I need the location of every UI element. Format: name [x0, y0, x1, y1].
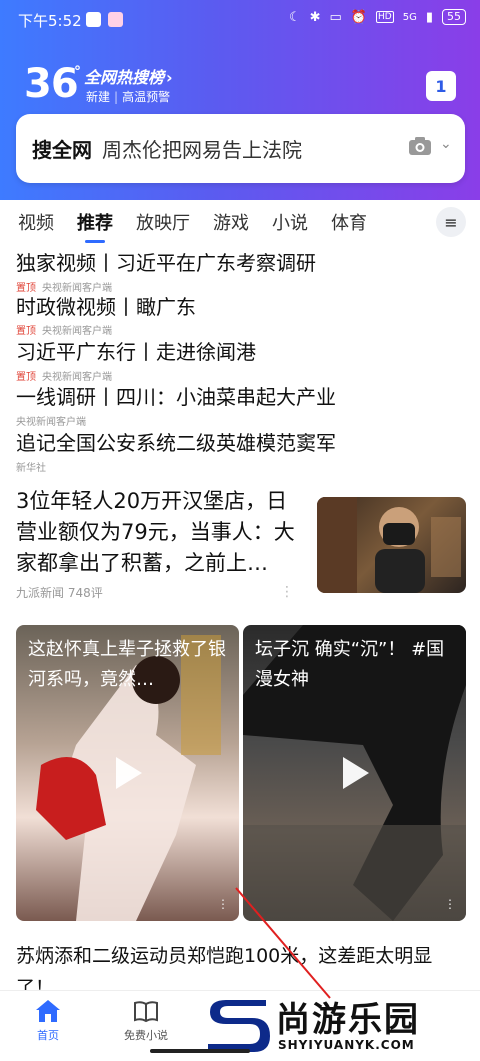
hot-search-title: 全网热搜榜 — [84, 68, 165, 87]
tag-separator: | — [114, 90, 119, 104]
watermark-text: 尚游乐园 — [276, 1000, 420, 1040]
headline-item[interactable]: 习近平广东行丨走进徐闻港 — [16, 336, 466, 365]
temperature: 36 — [24, 61, 79, 107]
home-indicator[interactable] — [150, 1049, 250, 1053]
headline-meta: 央视新闻客户端 — [16, 413, 86, 428]
book-icon — [134, 1001, 158, 1023]
more-options-icon[interactable]: ⋮ — [444, 897, 456, 911]
tab-theater[interactable]: 放映厅 — [136, 209, 190, 235]
chevron-right-icon: › — [166, 68, 173, 87]
play-icon[interactable] — [112, 755, 144, 791]
weather-tag-alert: 高温预警 — [122, 90, 171, 104]
category-tabs: 视频 推荐 放映厅 游戏 小说 体育 — [0, 200, 480, 244]
article-meta: 九派新闻 748评 — [16, 584, 103, 601]
video-title: 这赵怀真上辈子拯救了银河系吗，竟然… — [28, 639, 226, 690]
watermark-subtext: SHYIYUANYK.COM — [278, 1038, 415, 1052]
headline-source: 新华社 — [16, 463, 46, 474]
more-options-icon[interactable]: ⋮ — [217, 897, 229, 911]
nav-novel[interactable]: 免费小说 — [116, 999, 176, 1043]
hot-search-link[interactable]: 全网热搜榜 › — [84, 64, 173, 88]
tab-recommend[interactable]: 推荐 — [77, 209, 113, 243]
headline-item[interactable]: 独家视频丨习近平在广东考察调研 — [16, 247, 466, 276]
article-thumbnail[interactable] — [317, 497, 466, 593]
person-thumbnail-image — [317, 497, 461, 593]
more-options-icon[interactable]: ⋮ — [280, 584, 294, 600]
search-box[interactable]: 搜全网 周杰伦把网易告上法院 ⌄ — [16, 114, 465, 183]
battery-icon: 55 — [442, 9, 466, 25]
camera-icon[interactable] — [408, 136, 432, 156]
vibrate-icon: ▭ — [329, 9, 342, 25]
moon-icon: ☾ — [288, 9, 301, 25]
menu-icon: ≡ — [444, 212, 458, 232]
article-source: 九派新闻 — [16, 586, 65, 600]
article-comments: 748评 — [67, 586, 103, 600]
watermark-logo — [208, 1000, 270, 1052]
degree-symbol: ° — [74, 64, 81, 80]
alarm-icon: ⏰ — [350, 9, 368, 25]
hd-icon: HD — [376, 11, 394, 23]
headline-meta: 新华社 — [16, 459, 46, 474]
headline-item[interactable]: 追记全国公安系统二级英雄模范窦军 — [16, 427, 466, 456]
signal-icon: ▮ — [425, 9, 433, 25]
nav-home-label: 首页 — [37, 1029, 59, 1042]
tab-count-button[interactable]: 1 — [426, 71, 456, 101]
category-menu-button[interactable]: ≡ — [436, 207, 466, 237]
tab-games[interactable]: 游戏 — [213, 209, 249, 235]
music-notification-icon — [108, 12, 123, 27]
headline-item[interactable]: 时政微视频丨瞰广东 — [16, 291, 466, 320]
article-title[interactable]: 3位年轻人20万开汉堡店，日营业额仅为79元，当事人：大家都拿出了积蓄，之前上… — [16, 486, 308, 579]
video-card[interactable]: 这赵怀真上辈子拯救了银河系吗，竟然… ⋮ — [16, 625, 239, 921]
tab-sports[interactable]: 体育 — [331, 209, 367, 235]
headline-item[interactable]: 一线调研丨四川：小油菜串起大产业 — [16, 381, 466, 410]
play-icon[interactable] — [339, 755, 371, 791]
video-card[interactable]: 坛子沉 确实“沉”！ #国漫女神 ⋮ — [243, 625, 466, 921]
app-notification-icon — [86, 12, 101, 27]
video-title: 坛子沉 确实“沉”！ #国漫女神 — [255, 639, 445, 690]
nav-novel-label: 免费小说 — [124, 1029, 168, 1042]
home-icon — [36, 1000, 60, 1022]
search-query: 周杰伦把网易告上法院 — [102, 138, 302, 162]
weather-tag-new: 新建 — [86, 90, 111, 104]
weather-widget[interactable]: 36 ° 全网热搜榜 › 新建 | 高温预警 — [24, 61, 173, 107]
tab-video[interactable]: 视频 — [18, 209, 54, 235]
headline-meta: 置顶 央视新闻客户端 — [16, 322, 112, 337]
tab-novel[interactable]: 小说 — [272, 209, 308, 235]
network-label: 5G — [402, 11, 417, 23]
bluetooth-icon: ✱ — [309, 9, 321, 25]
nav-home[interactable]: 首页 — [22, 999, 74, 1043]
weather-tags: 新建 | 高温预警 — [86, 88, 170, 105]
status-bar: 下午5:52 ☾ ✱ ▭ ⏰ HD 5G ▮ 55 — [0, 0, 480, 38]
search-brand-label: 搜全网 — [32, 138, 92, 162]
status-time: 下午5:52 — [18, 12, 82, 30]
chevron-down-icon[interactable]: ⌄ — [440, 136, 452, 152]
